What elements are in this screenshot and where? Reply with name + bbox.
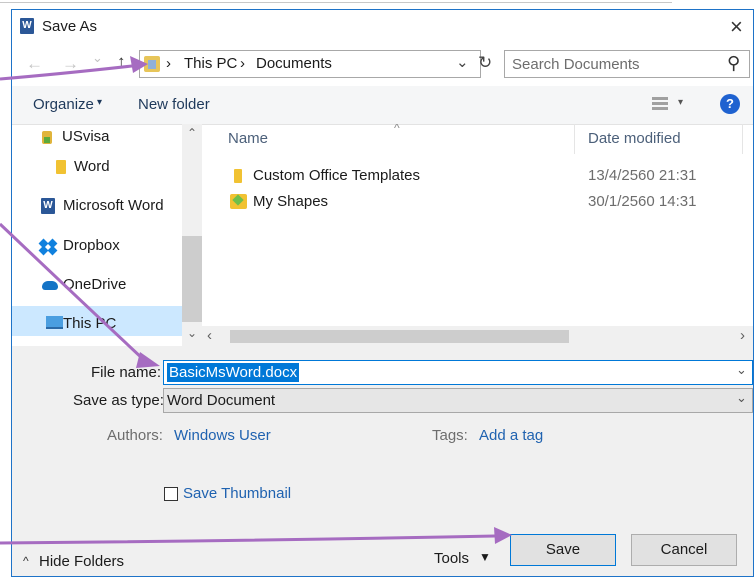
view-caret-icon[interactable]: ▾ (678, 97, 683, 108)
column-header-date-modified[interactable]: Date modified (588, 130, 681, 147)
scroll-up-icon[interactable]: ⌃ (187, 126, 197, 140)
command-bar: Organize ▾ New folder ▾ ? (12, 86, 753, 125)
file-name-input[interactable]: BasicMsWord.docx (167, 363, 300, 382)
scroll-left-icon[interactable]: ‹ (207, 327, 212, 344)
shapes-folder-icon (230, 194, 247, 209)
sidebar-item-usvisa[interactable]: USvisa (62, 128, 110, 145)
file-name: Custom Office Templates (253, 167, 421, 184)
file-list: ^ Name Date modified Custom Office Templ… (202, 124, 753, 346)
organize-menu[interactable]: Organize (33, 96, 94, 113)
save-thumbnail-checkbox[interactable] (164, 487, 178, 501)
save-as-type-label: Save as type: (73, 392, 164, 409)
dropbox-icon (38, 238, 58, 256)
file-name-label: File name: (91, 364, 162, 381)
dialog-title: Save As (42, 18, 98, 35)
refresh-button[interactable]: ↻ (478, 53, 492, 73)
table-row[interactable]: Custom Office Templates 13/4/2560 21:31 (202, 164, 753, 190)
breadcrumb-documents[interactable]: Documents (256, 55, 332, 72)
file-date: 30/1/2560 14:31 (588, 193, 697, 210)
tools-caret-icon[interactable]: ▼ (479, 550, 491, 564)
computer-icon (46, 316, 63, 329)
help-icon[interactable]: ? (720, 94, 740, 114)
file-name: My Shapes (253, 193, 329, 210)
tags-value[interactable]: Add a tag (479, 427, 543, 444)
save-options-panel: File name: BasicMsWord.docx ⌄ Save as ty… (12, 346, 753, 576)
close-button[interactable]: × (730, 14, 743, 40)
up-button[interactable]: ↑ (117, 52, 126, 72)
view-options-icon[interactable] (652, 97, 668, 111)
search-box[interactable]: Search Documents ⚲ (504, 50, 750, 78)
horizontal-scroll-thumb[interactable] (230, 330, 569, 343)
file-date: 13/4/2560 21:31 (588, 167, 697, 184)
navigation-pane: USvisa Word W Microsoft Word Dropbox One… (12, 124, 202, 346)
cancel-button[interactable]: Cancel (631, 534, 737, 566)
hide-folders-button[interactable]: Hide Folders (39, 553, 124, 570)
breadcrumb-separator-icon: › (240, 55, 245, 72)
forward-button[interactable]: → (62, 54, 79, 74)
column-header-name[interactable]: Name (228, 130, 268, 147)
back-button[interactable]: ← (26, 54, 43, 74)
documents-folder-icon (144, 56, 160, 72)
organize-caret-icon: ▾ (97, 97, 103, 108)
tools-button[interactable]: Tools (434, 550, 469, 567)
file-name-dropdown-icon[interactable]: ⌄ (736, 362, 747, 378)
breadcrumb-this-pc[interactable]: This PC (184, 55, 237, 72)
sidebar-item-onedrive[interactable]: OneDrive (63, 276, 126, 293)
word-app-icon: W (20, 18, 34, 34)
sidebar-item-dropbox[interactable]: Dropbox (63, 237, 120, 254)
sort-indicator-icon: ^ (394, 124, 400, 135)
column-divider (574, 124, 575, 154)
sidebar-item-microsoft-word[interactable]: Microsoft Word (63, 197, 164, 214)
save-as-dialog: W Save As × ← → ⌄ ↑ › This PC › Document… (11, 9, 754, 577)
sidebar-scroll-thumb[interactable] (182, 236, 202, 322)
folder-icon (234, 169, 242, 183)
sidebar-scrollbar[interactable]: ⌃ ⌄ (182, 124, 202, 346)
breadcrumb-separator-icon: › (166, 55, 171, 72)
search-icon: ⚲ (727, 53, 741, 73)
scroll-right-icon[interactable]: › (740, 327, 745, 344)
word-icon: W (41, 198, 55, 214)
authors-label: Authors: (107, 427, 163, 444)
folder-icon (56, 160, 66, 174)
save-button[interactable]: Save (510, 534, 616, 566)
top-border-line (0, 0, 672, 3)
file-name-field[interactable]: BasicMsWord.docx ⌄ (163, 360, 753, 385)
hide-folders-icon: ^ (23, 554, 29, 568)
table-row[interactable]: My Shapes 30/1/2560 14:31 (202, 190, 753, 216)
sidebar-item-word[interactable]: Word (74, 158, 110, 175)
scroll-down-icon[interactable]: ⌄ (187, 326, 197, 340)
tags-label: Tags: (432, 427, 468, 444)
search-input[interactable]: Search Documents (512, 56, 640, 73)
address-dropdown-icon[interactable]: ⌄ (456, 53, 469, 71)
onedrive-icon (42, 281, 58, 290)
save-as-type-select[interactable]: Word Document ⌄ (163, 388, 753, 413)
address-bar[interactable]: › This PC › Documents ⌄ (139, 50, 481, 78)
new-folder-button[interactable]: New folder (138, 96, 210, 113)
sidebar-item-this-pc[interactable]: This PC (63, 315, 116, 332)
usvisa-folder-icon (42, 131, 52, 144)
recent-locations-button[interactable]: ⌄ (92, 50, 103, 66)
save-thumbnail-label[interactable]: Save Thumbnail (183, 485, 291, 502)
horizontal-scrollbar[interactable]: ‹ › (202, 326, 753, 346)
column-divider (742, 124, 743, 154)
save-as-type-dropdown-icon[interactable]: ⌄ (736, 390, 747, 406)
save-as-type-value: Word Document (167, 392, 276, 409)
authors-value[interactable]: Windows User (174, 427, 271, 444)
